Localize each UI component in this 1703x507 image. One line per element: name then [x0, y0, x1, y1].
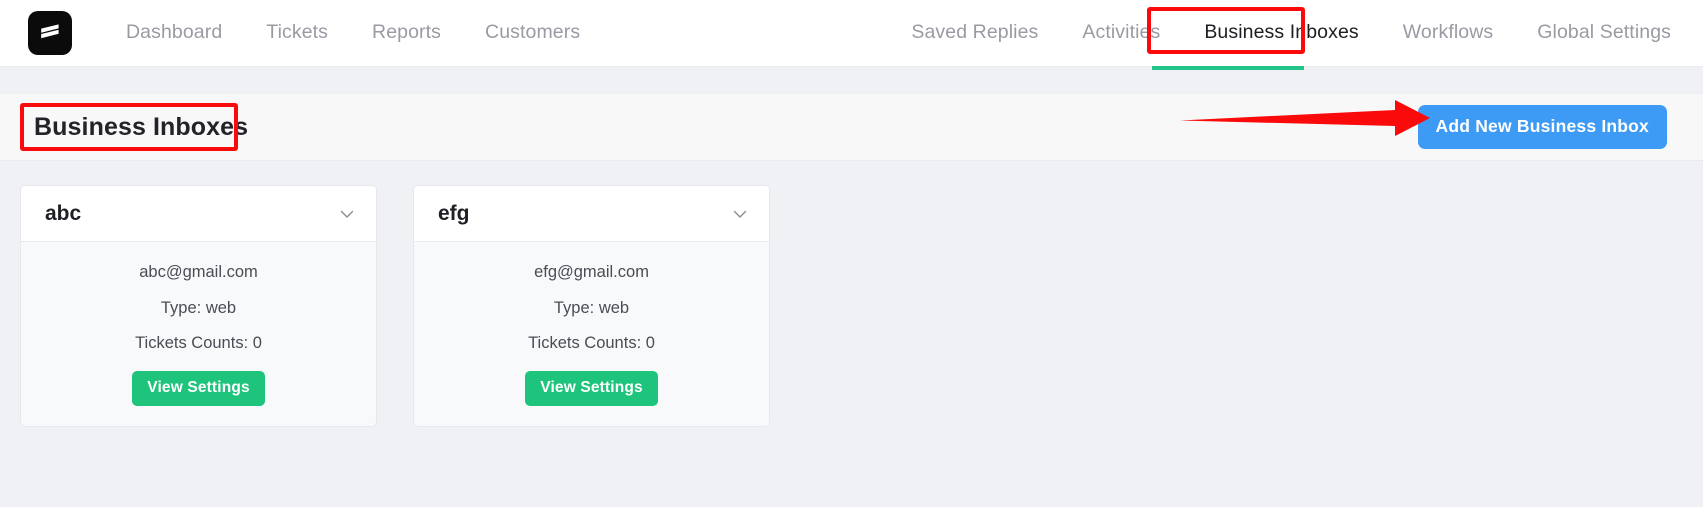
top-navigation-bar: Dashboard Tickets Reports Customers Save… [0, 0, 1703, 70]
card-title: abc [45, 201, 82, 225]
nav-item-customers[interactable]: Customers [483, 19, 582, 47]
business-inbox-card[interactable]: efg efg@gmail.com Type: web Tickets Coun… [413, 185, 770, 427]
card-header[interactable]: efg [414, 186, 769, 242]
card-title: efg [438, 201, 470, 225]
nav-item-global-settings[interactable]: Global Settings [1535, 19, 1673, 47]
card-email: efg@gmail.com [534, 263, 649, 281]
nav-item-reports[interactable]: Reports [370, 19, 443, 47]
card-type: Type: web [160, 298, 237, 317]
business-inbox-card[interactable]: abc abc@gmail.com Type: web Tickets Coun… [20, 185, 377, 427]
nav-item-workflows[interactable]: Workflows [1401, 19, 1495, 47]
page-header-band: Business Inboxes Add New Business Inbox [0, 93, 1703, 161]
chevron-down-icon[interactable] [731, 205, 749, 223]
view-settings-button[interactable]: View Settings [132, 370, 265, 406]
view-settings-button[interactable]: View Settings [525, 370, 658, 406]
card-email: abc@gmail.com [139, 263, 258, 281]
primary-nav-left: Dashboard Tickets Reports Customers [124, 19, 582, 47]
nav-item-business-inboxes[interactable]: Business Inboxes [1202, 19, 1360, 47]
nav-item-saved-replies[interactable]: Saved Replies [909, 19, 1040, 47]
chevron-down-icon[interactable] [338, 205, 356, 223]
add-new-business-inbox-button[interactable]: Add New Business Inbox [1417, 105, 1667, 149]
nav-item-tickets[interactable]: Tickets [264, 19, 330, 47]
brand-logo-icon[interactable] [28, 11, 72, 55]
business-inbox-card-list: abc abc@gmail.com Type: web Tickets Coun… [0, 161, 1703, 427]
card-header[interactable]: abc [21, 186, 376, 242]
active-tab-underline [1152, 66, 1304, 70]
nav-item-dashboard[interactable]: Dashboard [124, 19, 224, 47]
card-tickets-count: Tickets Counts: 0 [528, 334, 655, 352]
card-tickets-count: Tickets Counts: 0 [135, 334, 262, 352]
page-title: Business Inboxes [34, 112, 249, 141]
card-body: abc@gmail.com Type: web Tickets Counts: … [21, 242, 376, 426]
nav-item-activities[interactable]: Activities [1080, 19, 1162, 47]
card-type: Type: web [553, 298, 630, 317]
card-body: efg@gmail.com Type: web Tickets Counts: … [414, 242, 769, 426]
primary-nav-right: Saved Replies Activities Business Inboxe… [909, 19, 1673, 47]
